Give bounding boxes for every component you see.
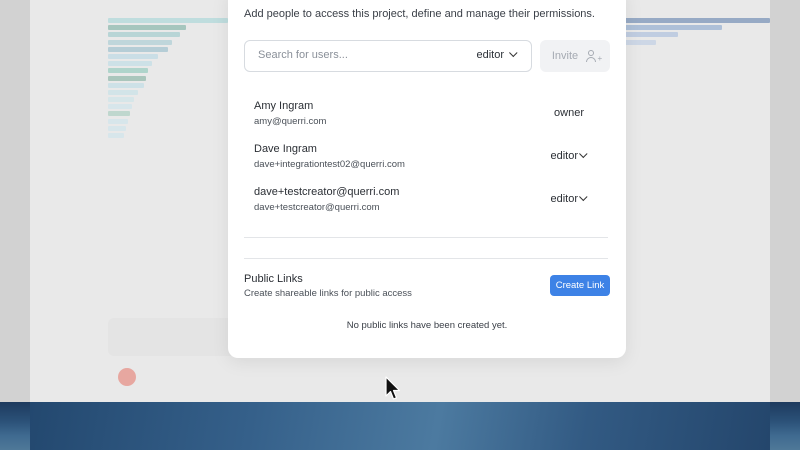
member-row: Amy Ingram amy@querri.com owner xyxy=(254,100,614,132)
share-dialog: Add people to access this project, defin… xyxy=(228,0,626,358)
connect-icon xyxy=(118,368,136,386)
chevron-down-icon xyxy=(509,48,518,58)
member-role-select[interactable]: editor xyxy=(550,149,588,162)
invite-role-select[interactable]: editor xyxy=(476,48,518,61)
member-name: Dave Ingram xyxy=(254,143,317,155)
divider xyxy=(244,237,608,238)
member-role-value: editor xyxy=(550,150,578,162)
wallpaper-band xyxy=(30,402,770,450)
member-row: Dave Ingram dave+integrationtest02@querr… xyxy=(254,143,614,175)
member-name: dave+testcreator@querri.com xyxy=(254,186,400,198)
public-links-title: Public Links xyxy=(244,273,303,285)
member-email: amy@querri.com xyxy=(254,116,327,127)
dialog-intro: Add people to access this project, defin… xyxy=(244,8,595,20)
member-role: owner xyxy=(554,107,584,119)
public-links-subtitle: Create shareable links for public access xyxy=(244,288,412,299)
invite-button[interactable]: Invite + xyxy=(540,40,610,72)
chevron-down-icon xyxy=(579,149,588,159)
member-role-value: editor xyxy=(550,193,578,205)
invite-role-value: editor xyxy=(476,49,504,61)
chevron-down-icon xyxy=(579,192,588,202)
member-email: dave+testcreator@querri.com xyxy=(254,202,380,213)
window-edge-right xyxy=(770,0,800,402)
background-chart-right xyxy=(620,18,770,47)
user-search-input[interactable] xyxy=(258,49,448,61)
mouse-cursor-icon xyxy=(385,376,401,400)
background-connect xyxy=(118,368,144,386)
desktop-wallpaper xyxy=(0,402,800,450)
divider xyxy=(244,258,608,259)
background-chart-left xyxy=(108,18,228,140)
member-row: dave+testcreator@querri.com dave+testcre… xyxy=(254,186,614,218)
window-edge-left xyxy=(0,0,30,402)
member-name: Amy Ingram xyxy=(254,100,314,112)
create-link-button[interactable]: Create Link xyxy=(550,275,610,296)
public-links-empty-message: No public links have been created yet. xyxy=(346,320,508,331)
member-role-select[interactable]: editor xyxy=(550,192,588,205)
member-email: dave+integrationtest02@querri.com xyxy=(254,159,405,170)
user-search-box[interactable]: editor xyxy=(244,40,532,72)
add-person-icon: + xyxy=(586,50,602,63)
invite-label: Invite xyxy=(551,50,579,62)
